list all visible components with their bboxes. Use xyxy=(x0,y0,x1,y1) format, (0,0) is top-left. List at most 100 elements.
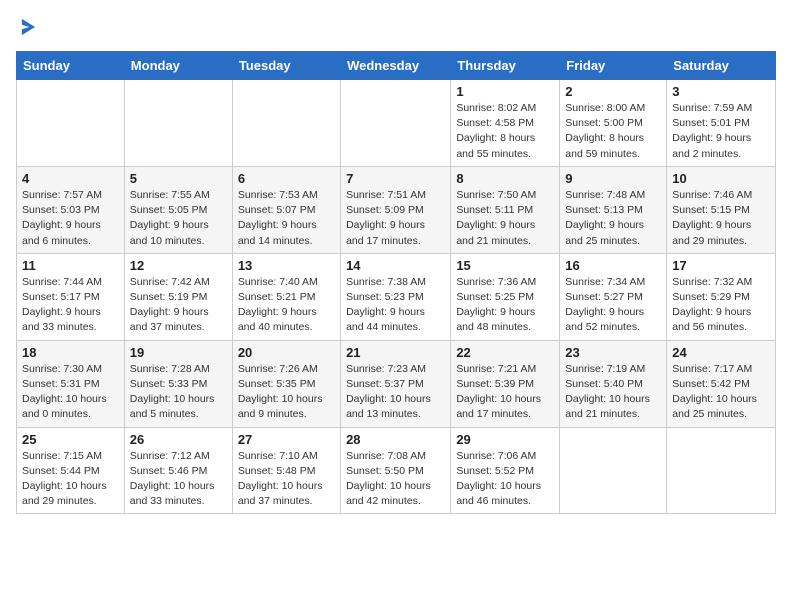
calendar-cell: 26 Sunrise: 7:12 AM Sunset: 5:46 PM Dayli… xyxy=(124,427,232,514)
day-info: Sunrise: 7:59 AM Sunset: 5:01 PM Dayligh… xyxy=(672,101,770,162)
calendar-cell: 2 Sunrise: 8:00 AM Sunset: 5:00 PM Daylig… xyxy=(560,80,667,167)
day-number: 22 xyxy=(456,345,554,360)
calendar-cell: 3 Sunrise: 7:59 AM Sunset: 5:01 PM Daylig… xyxy=(667,80,776,167)
day-number: 10 xyxy=(672,171,770,186)
day-info: Sunrise: 7:34 AM Sunset: 5:27 PM Dayligh… xyxy=(565,275,661,336)
day-number: 19 xyxy=(130,345,227,360)
day-number: 23 xyxy=(565,345,661,360)
calendar-cell: 19 Sunrise: 7:28 AM Sunset: 5:33 PM Dayli… xyxy=(124,340,232,427)
calendar-cell: 28 Sunrise: 7:08 AM Sunset: 5:50 PM Dayli… xyxy=(341,427,451,514)
day-info: Sunrise: 7:42 AM Sunset: 5:19 PM Dayligh… xyxy=(130,275,227,336)
calendar-cell: 20 Sunrise: 7:26 AM Sunset: 5:35 PM Dayli… xyxy=(232,340,340,427)
calendar-week-row: 18Sunrise: 7:30 AM Sunset: 5:31 PM Dayli… xyxy=(17,340,776,427)
day-of-week-header: Monday xyxy=(124,52,232,80)
day-number: 5 xyxy=(130,171,227,186)
day-number: 13 xyxy=(238,258,335,273)
calendar-cell xyxy=(341,80,451,167)
day-of-week-header: Tuesday xyxy=(232,52,340,80)
calendar-cell xyxy=(560,427,667,514)
day-number: 21 xyxy=(346,345,445,360)
day-info: Sunrise: 7:30 AM Sunset: 5:31 PM Dayligh… xyxy=(22,362,119,423)
day-number: 27 xyxy=(238,432,335,447)
day-info: Sunrise: 7:50 AM Sunset: 5:11 PM Dayligh… xyxy=(456,188,554,249)
calendar-cell: 4 Sunrise: 7:57 AM Sunset: 5:03 PM Daylig… xyxy=(17,166,125,253)
calendar-week-row: 25 Sunrise: 7:15 AM Sunset: 5:44 PM Dayli… xyxy=(17,427,776,514)
calendar-cell: 9Sunrise: 7:48 AM Sunset: 5:13 PM Daylig… xyxy=(560,166,667,253)
day-info: Sunrise: 7:08 AM Sunset: 5:50 PM Dayligh… xyxy=(346,449,445,510)
day-number: 29 xyxy=(456,432,554,447)
day-info: Sunrise: 7:12 AM Sunset: 5:46 PM Dayligh… xyxy=(130,449,227,510)
logo-icon xyxy=(16,16,38,38)
day-info: Sunrise: 7:32 AM Sunset: 5:29 PM Dayligh… xyxy=(672,275,770,336)
calendar-cell: 27 Sunrise: 7:10 AM Sunset: 5:48 PM Dayli… xyxy=(232,427,340,514)
calendar-week-row: 11 Sunrise: 7:44 AM Sunset: 5:17 PM Dayli… xyxy=(17,253,776,340)
day-info: Sunrise: 7:44 AM Sunset: 5:17 PM Dayligh… xyxy=(22,275,119,336)
day-of-week-header: Thursday xyxy=(451,52,560,80)
calendar-cell: 17 Sunrise: 7:32 AM Sunset: 5:29 PM Dayli… xyxy=(667,253,776,340)
day-number: 3 xyxy=(672,84,770,99)
day-number: 4 xyxy=(22,171,119,186)
day-info: Sunrise: 7:40 AM Sunset: 5:21 PM Dayligh… xyxy=(238,275,335,336)
calendar-cell: 25 Sunrise: 7:15 AM Sunset: 5:44 PM Dayli… xyxy=(17,427,125,514)
day-info: Sunrise: 7:36 AM Sunset: 5:25 PM Dayligh… xyxy=(456,275,554,336)
day-info: Sunrise: 7:26 AM Sunset: 5:35 PM Dayligh… xyxy=(238,362,335,423)
day-info: Sunrise: 7:10 AM Sunset: 5:48 PM Dayligh… xyxy=(238,449,335,510)
day-number: 25 xyxy=(22,432,119,447)
calendar-cell: 6 Sunrise: 7:53 AM Sunset: 5:07 PM Daylig… xyxy=(232,166,340,253)
calendar-cell: 21 Sunrise: 7:23 AM Sunset: 5:37 PM Dayli… xyxy=(341,340,451,427)
day-number: 14 xyxy=(346,258,445,273)
day-number: 11 xyxy=(22,258,119,273)
day-info: Sunrise: 7:06 AM Sunset: 5:52 PM Dayligh… xyxy=(456,449,554,510)
day-info: Sunrise: 8:02 AM Sunset: 4:58 PM Dayligh… xyxy=(456,101,554,162)
calendar-cell: 11 Sunrise: 7:44 AM Sunset: 5:17 PM Dayli… xyxy=(17,253,125,340)
day-number: 28 xyxy=(346,432,445,447)
day-number: 24 xyxy=(672,345,770,360)
day-info: Sunrise: 7:51 AM Sunset: 5:09 PM Dayligh… xyxy=(346,188,445,249)
calendar-cell: 10Sunrise: 7:46 AM Sunset: 5:15 PM Dayli… xyxy=(667,166,776,253)
day-number: 8 xyxy=(456,171,554,186)
calendar-cell xyxy=(232,80,340,167)
calendar-cell xyxy=(124,80,232,167)
header xyxy=(16,16,776,43)
day-info: Sunrise: 7:19 AM Sunset: 5:40 PM Dayligh… xyxy=(565,362,661,423)
day-info: Sunrise: 7:53 AM Sunset: 5:07 PM Dayligh… xyxy=(238,188,335,249)
logo xyxy=(16,16,42,43)
day-info: Sunrise: 7:15 AM Sunset: 5:44 PM Dayligh… xyxy=(22,449,119,510)
day-info: Sunrise: 7:21 AM Sunset: 5:39 PM Dayligh… xyxy=(456,362,554,423)
day-info: Sunrise: 7:48 AM Sunset: 5:13 PM Dayligh… xyxy=(565,188,661,249)
calendar-cell: 5 Sunrise: 7:55 AM Sunset: 5:05 PM Daylig… xyxy=(124,166,232,253)
calendar-cell: 29 Sunrise: 7:06 AM Sunset: 5:52 PM Dayli… xyxy=(451,427,560,514)
calendar-cell: 22 Sunrise: 7:21 AM Sunset: 5:39 PM Dayli… xyxy=(451,340,560,427)
calendar-cell: 1 Sunrise: 8:02 AM Sunset: 4:58 PM Daylig… xyxy=(451,80,560,167)
day-info: Sunrise: 7:57 AM Sunset: 5:03 PM Dayligh… xyxy=(22,188,119,249)
day-of-week-header: Wednesday xyxy=(341,52,451,80)
calendar-cell: 24 Sunrise: 7:17 AM Sunset: 5:42 PM Dayli… xyxy=(667,340,776,427)
day-info: Sunrise: 7:23 AM Sunset: 5:37 PM Dayligh… xyxy=(346,362,445,423)
calendar-cell: 18Sunrise: 7:30 AM Sunset: 5:31 PM Dayli… xyxy=(17,340,125,427)
day-number: 6 xyxy=(238,171,335,186)
days-of-week-row: SundayMondayTuesdayWednesdayThursdayFrid… xyxy=(17,52,776,80)
day-info: Sunrise: 7:28 AM Sunset: 5:33 PM Dayligh… xyxy=(130,362,227,423)
calendar-table: SundayMondayTuesdayWednesdayThursdayFrid… xyxy=(16,51,776,514)
day-number: 26 xyxy=(130,432,227,447)
day-number: 2 xyxy=(565,84,661,99)
calendar-cell: 7 Sunrise: 7:51 AM Sunset: 5:09 PM Daylig… xyxy=(341,166,451,253)
day-number: 1 xyxy=(456,84,554,99)
day-of-week-header: Sunday xyxy=(17,52,125,80)
day-number: 7 xyxy=(346,171,445,186)
calendar-cell: 16Sunrise: 7:34 AM Sunset: 5:27 PM Dayli… xyxy=(560,253,667,340)
calendar-cell xyxy=(667,427,776,514)
day-number: 17 xyxy=(672,258,770,273)
day-info: Sunrise: 8:00 AM Sunset: 5:00 PM Dayligh… xyxy=(565,101,661,162)
calendar-cell: 15 Sunrise: 7:36 AM Sunset: 5:25 PM Dayli… xyxy=(451,253,560,340)
day-of-week-header: Friday xyxy=(560,52,667,80)
calendar-cell: 23 Sunrise: 7:19 AM Sunset: 5:40 PM Dayli… xyxy=(560,340,667,427)
day-number: 15 xyxy=(456,258,554,273)
calendar-cell: 14Sunrise: 7:38 AM Sunset: 5:23 PM Dayli… xyxy=(341,253,451,340)
day-number: 20 xyxy=(238,345,335,360)
day-info: Sunrise: 7:17 AM Sunset: 5:42 PM Dayligh… xyxy=(672,362,770,423)
calendar-cell: 8 Sunrise: 7:50 AM Sunset: 5:11 PM Daylig… xyxy=(451,166,560,253)
calendar-body: 1 Sunrise: 8:02 AM Sunset: 4:58 PM Daylig… xyxy=(17,80,776,514)
day-info: Sunrise: 7:55 AM Sunset: 5:05 PM Dayligh… xyxy=(130,188,227,249)
calendar-cell: 13 Sunrise: 7:40 AM Sunset: 5:21 PM Dayli… xyxy=(232,253,340,340)
